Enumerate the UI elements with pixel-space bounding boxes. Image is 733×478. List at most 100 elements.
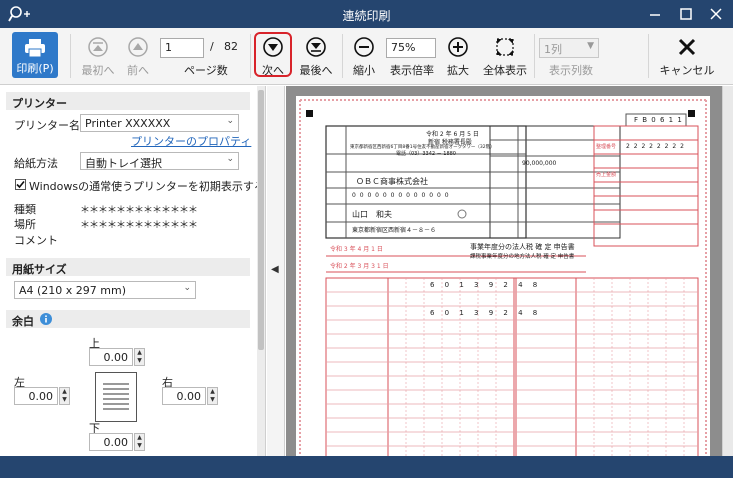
margin-top-spinner[interactable]: ▲ ▼ <box>134 348 145 366</box>
paper-size-select[interactable]: A4 (210 x 297 mm) ⌄ <box>14 281 196 299</box>
minimize-icon[interactable] <box>640 4 670 24</box>
form-corp-number: 0 0 0 0 0 0 0 0 0 0 0 0 0 <box>352 192 450 199</box>
chevron-down-icon: ⌄ <box>226 154 234 164</box>
panel-scrollbar-thumb[interactable] <box>258 90 264 350</box>
preview-scrollbar[interactable] <box>722 86 733 456</box>
feed-method-label: 給紙方法 <box>14 157 58 170</box>
separator <box>534 34 535 78</box>
use-default-printer-label: Windowsの通常使うプリンターを初期表示する <box>29 180 265 193</box>
margin-bottom-spinner[interactable]: ▲ ▼ <box>134 433 145 451</box>
collapse-left-icon: ◀ <box>271 264 279 275</box>
zoom-label: 表示倍率 <box>390 64 434 77</box>
printer-icon <box>25 39 45 58</box>
feed-method-select[interactable]: 自動トレイ選択 ⌄ <box>80 152 239 170</box>
printer-section-heading: プリンター <box>6 92 250 110</box>
form-amount-row2: 6 0 1 3 9 2 4 8 <box>430 309 542 317</box>
zoom-in-label: 拡大 <box>447 64 469 77</box>
first-page-icon <box>88 37 108 57</box>
columns-label: 表示列数 <box>549 64 593 77</box>
spin-up-icon[interactable]: ▲ <box>135 434 144 442</box>
maximize-icon[interactable] <box>671 4 701 24</box>
use-default-printer-checkbox[interactable] <box>15 179 26 190</box>
margin-top-input[interactable]: 0.00 <box>89 348 133 366</box>
type-value: ＊＊＊＊＊＊＊＊＊＊＊＊＊ <box>80 205 198 216</box>
cancel-button[interactable]: キャンセル <box>656 32 718 80</box>
panel-scrollbar[interactable] <box>257 86 265 456</box>
print-label: 印刷(P) <box>16 62 54 75</box>
zoom-input[interactable]: 75% <box>386 38 436 58</box>
spin-down-icon[interactable]: ▼ <box>135 357 144 365</box>
title-bar: 連続印刷 <box>0 0 733 28</box>
tax-form-drawing <box>299 99 707 456</box>
chevron-down-icon: ⌄ <box>183 283 191 293</box>
zoom-in-icon <box>448 37 468 57</box>
prev-page-icon <box>128 37 148 57</box>
spin-down-icon[interactable]: ▼ <box>60 396 69 404</box>
settings-panel: プリンター プリンター名 Printer XXXXXX ⌄ プリンターのプロパテ… <box>0 86 266 456</box>
chevron-down-icon: ▼ <box>587 41 594 51</box>
next-button-highlight <box>254 32 292 77</box>
fit-page-icon <box>496 38 514 56</box>
separator <box>250 34 251 78</box>
columns-select[interactable]: 1列 ▼ <box>539 38 599 58</box>
info-icon[interactable] <box>40 313 52 325</box>
zoom-out-label: 縮小 <box>353 64 375 77</box>
zoom-out-icon <box>354 37 374 57</box>
checkmark-icon <box>16 180 25 189</box>
form-company: ＯＢＣ商事株式会社 <box>356 177 428 186</box>
print-button[interactable]: 印刷(P) <box>12 32 58 78</box>
prev-page-button[interactable]: 前へ <box>120 32 156 80</box>
page-layout-icon <box>95 372 137 422</box>
comment-label: コメント <box>14 234 58 247</box>
margin-heading: 余白 <box>6 310 250 328</box>
preview-page: F B 0 6 1 1 令和 2 年 6 月 5 日 新宿 税務署長殿 東京都新… <box>296 96 710 456</box>
page-label: ページ数 <box>184 64 228 77</box>
page-number-input[interactable]: 1 <box>160 38 204 58</box>
cancel-label: キャンセル <box>659 64 715 77</box>
columns-value: 1列 <box>544 43 562 56</box>
printer-properties-link[interactable]: プリンターのプロパティ <box>131 133 251 149</box>
fit-page-label: 全体表示 <box>483 64 527 77</box>
spin-up-icon[interactable]: ▲ <box>135 349 144 357</box>
printer-name-label: プリンター名 <box>14 119 80 132</box>
printer-name-select[interactable]: Printer XXXXXX ⌄ <box>80 114 239 132</box>
close-window-icon[interactable] <box>701 4 731 24</box>
collapse-panel-button[interactable]: ◀ <box>267 86 285 456</box>
form-office-code-label: 整理番号 <box>596 144 617 150</box>
feed-method-value: 自動トレイ選択 <box>85 157 162 170</box>
last-page-icon <box>306 37 326 57</box>
margin-right-input[interactable]: 0.00 <box>162 387 206 405</box>
spin-down-icon[interactable]: ▼ <box>208 396 217 404</box>
location-value: ＊＊＊＊＊＊＊＊＊＊＊＊＊ <box>80 220 198 231</box>
margin-right-spinner[interactable]: ▲ ▼ <box>207 387 218 405</box>
form-return-title2: 課税事業年度分の地方法人税 確 定 申告書 <box>470 254 575 260</box>
margin-bottom-input[interactable]: 0.00 <box>89 433 133 451</box>
form-amount-row1: 6 0 1 3 9 2 4 8 <box>430 281 542 289</box>
spin-up-icon[interactable]: ▲ <box>208 388 217 396</box>
location-label: 場所 <box>14 218 36 231</box>
form-fiscal-start: 令和 3 年 4 月 1 日 <box>330 246 383 253</box>
printer-name-value: Printer XXXXXX <box>85 117 171 130</box>
form-office-code: 2 2 2 2 2 2 2 2 <box>626 143 685 150</box>
spin-up-icon[interactable]: ▲ <box>60 388 69 396</box>
paper-size-value: A4 (210 x 297 mm) <box>19 284 127 297</box>
status-bar <box>0 456 733 478</box>
fit-page-button[interactable]: 全体表示 <box>480 32 530 80</box>
first-page-label: 最初へ <box>81 64 115 77</box>
separator <box>70 34 71 78</box>
form-code: F B 0 6 1 1 <box>634 116 683 124</box>
margin-left-input[interactable]: 0.00 <box>14 387 58 405</box>
last-page-button[interactable]: 最後へ <box>296 32 336 80</box>
form-fiscal-end: 令和 2 年 3 月 3 1 日 <box>330 263 389 270</box>
form-rep-address: 東京都新宿区西新宿４－８－６ <box>352 227 437 234</box>
spin-down-icon[interactable]: ▼ <box>135 442 144 450</box>
margin-left-spinner[interactable]: ▲ ▼ <box>59 387 70 405</box>
form-phone: 電話（03）3342 － 1880 <box>396 151 456 157</box>
form-section-label: 売上金額 <box>596 172 617 178</box>
first-page-button[interactable]: 最初へ <box>78 32 118 80</box>
zoom-out-button[interactable]: 縮小 <box>348 32 380 80</box>
form-capital: 90,000,000 <box>522 160 557 167</box>
separator <box>342 34 343 78</box>
last-page-label: 最後へ <box>299 64 333 77</box>
zoom-in-button[interactable]: 拡大 <box>442 32 474 80</box>
